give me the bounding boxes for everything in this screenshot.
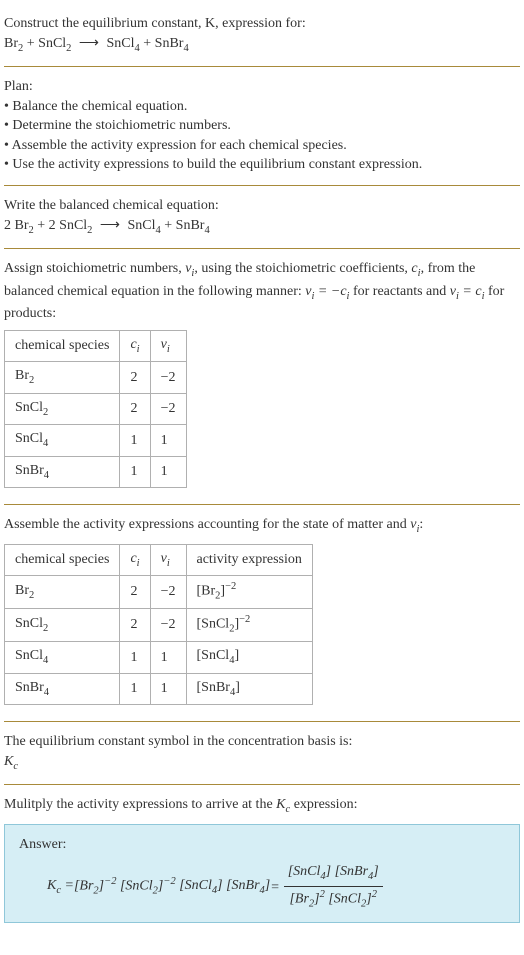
table-row: SnCl4 1 1 [SnCl4] — [5, 642, 313, 673]
table-row: SnCl2 2 −2 — [5, 393, 187, 424]
balanced-title: Write the balanced chemical equation: — [4, 196, 520, 216]
fraction: [SnCl4] [SnBr4] [Br2]2 [SnCl2]2 — [284, 862, 383, 912]
prompt-line1: Construct the equilibrium constant, K, e… — [4, 14, 520, 34]
relation-reactants: νi = −ci — [305, 284, 349, 299]
cell-ci: 1 — [120, 673, 150, 704]
fraction-bar — [284, 886, 383, 887]
nu-i: νi — [185, 261, 194, 276]
species-sncl4: SnCl4 — [107, 36, 140, 51]
plan-section: Plan: Balance the chemical equation. Det… — [4, 71, 520, 181]
table-row: Br2 2 −2 — [5, 362, 187, 393]
cell-species: Br2 — [5, 362, 120, 393]
table-header-row: chemical species ci νi — [5, 330, 187, 361]
answer-label: Answer: — [19, 835, 505, 855]
cell-activity: [Br2]−2 — [186, 576, 312, 609]
cell-nui: 1 — [150, 673, 186, 704]
cell-activity: [SnBr4] — [186, 673, 312, 704]
separator — [4, 248, 520, 249]
cell-species: Br2 — [5, 576, 120, 609]
cell-species: SnBr4 — [5, 673, 120, 704]
species-snbr4: SnBr4 — [176, 218, 210, 233]
col-species: chemical species — [5, 330, 120, 361]
eq-symbol-text: The equilibrium constant symbol in the c… — [4, 732, 520, 752]
separator — [4, 784, 520, 785]
cell-nui: −2 — [150, 393, 186, 424]
cell-nui: −2 — [150, 362, 186, 393]
plan-item: Balance the chemical equation. — [4, 97, 520, 117]
species-br2: Br2 — [15, 218, 34, 233]
cell-nui: −2 — [150, 609, 186, 642]
cell-species: SnCl4 — [5, 425, 120, 456]
cell-ci: 1 — [120, 456, 150, 487]
plan-list: Balance the chemical equation. Determine… — [4, 97, 520, 175]
kc-expression: Kc = [Br2]−2 [SnCl2]−2 [SnCl4] [SnBr4] =… — [47, 862, 505, 912]
plan-item: Use the activity expressions to build th… — [4, 155, 520, 175]
cell-ci: 1 — [120, 425, 150, 456]
separator — [4, 504, 520, 505]
table-header-row: chemical species ci νi activity expressi… — [5, 544, 313, 575]
separator — [4, 185, 520, 186]
table-row: Br2 2 −2 [Br2]−2 — [5, 576, 313, 609]
kc-symbol: Kc — [4, 752, 520, 774]
cell-nui: 1 — [150, 425, 186, 456]
cell-species: SnBr4 — [5, 456, 120, 487]
activity-table: chemical species ci νi activity expressi… — [4, 544, 313, 706]
species-sncl2: SnCl2 — [59, 218, 92, 233]
multiply-section: Mulitply the activity expressions to arr… — [4, 789, 520, 929]
relation-products: νi = ci — [450, 284, 485, 299]
cell-nui: 1 — [150, 456, 186, 487]
table-row: SnCl2 2 −2 [SnCl2]−2 — [5, 609, 313, 642]
species-snbr4: SnBr4 — [155, 36, 189, 51]
cell-activity: [SnCl2]−2 — [186, 609, 312, 642]
reaction-arrow-icon: ⟶ — [100, 216, 120, 236]
prompt-header: Construct the equilibrium constant, K, e… — [4, 8, 520, 62]
kc-symbol: Kc — [276, 797, 290, 812]
col-ci: ci — [120, 330, 150, 361]
assign-section: Assign stoichiometric numbers, νi, using… — [4, 253, 520, 500]
balanced-section: Write the balanced chemical equation: 2 … — [4, 190, 520, 244]
plan-item: Assemble the activity expression for eac… — [4, 136, 520, 156]
cell-ci: 1 — [120, 642, 150, 673]
cell-ci: 2 — [120, 362, 150, 393]
numerator: [SnCl4] [SnBr4] — [284, 862, 383, 884]
col-species: chemical species — [5, 544, 120, 575]
col-nui: νi — [150, 544, 186, 575]
answer-box: Answer: Kc = [Br2]−2 [SnCl2]−2 [SnCl4] [… — [4, 824, 520, 923]
cell-activity: [SnCl4] — [186, 642, 312, 673]
col-ci: ci — [120, 544, 150, 575]
cell-ci: 2 — [120, 609, 150, 642]
species-sncl2: SnCl2 — [38, 36, 71, 51]
species-br2: Br2 — [4, 36, 23, 51]
c-i: ci — [411, 261, 420, 276]
cell-species: SnCl2 — [5, 393, 120, 424]
stoich-table: chemical species ci νi Br2 2 −2 SnCl2 2 … — [4, 330, 187, 488]
assemble-section: Assemble the activity expressions accoun… — [4, 509, 520, 717]
plan-item: Determine the stoichiometric numbers. — [4, 116, 520, 136]
cell-species: SnCl2 — [5, 609, 120, 642]
col-activity: activity expression — [186, 544, 312, 575]
separator — [4, 66, 520, 67]
table-row: SnBr4 1 1 [SnBr4] — [5, 673, 313, 704]
denominator: [Br2]2 [SnCl2]2 — [285, 888, 381, 912]
table-row: SnBr4 1 1 — [5, 456, 187, 487]
cell-species: SnCl4 — [5, 642, 120, 673]
species-sncl4: SnCl4 — [128, 218, 161, 233]
table-row: SnCl4 1 1 — [5, 425, 187, 456]
col-nui: νi — [150, 330, 186, 361]
plan-title: Plan: — [4, 77, 520, 97]
cell-ci: 2 — [120, 393, 150, 424]
eq-symbol-section: The equilibrium constant symbol in the c… — [4, 726, 520, 780]
balanced-equation: 2 Br2 + 2 SnCl2 ⟶ SnCl4 + SnBr4 — [4, 216, 520, 238]
unbalanced-equation: Br2 + SnCl2 ⟶ SnCl4 + SnBr4 — [4, 34, 520, 56]
cell-nui: 1 — [150, 642, 186, 673]
cell-ci: 2 — [120, 576, 150, 609]
cell-nui: −2 — [150, 576, 186, 609]
reaction-arrow-icon: ⟶ — [79, 34, 99, 54]
separator — [4, 721, 520, 722]
